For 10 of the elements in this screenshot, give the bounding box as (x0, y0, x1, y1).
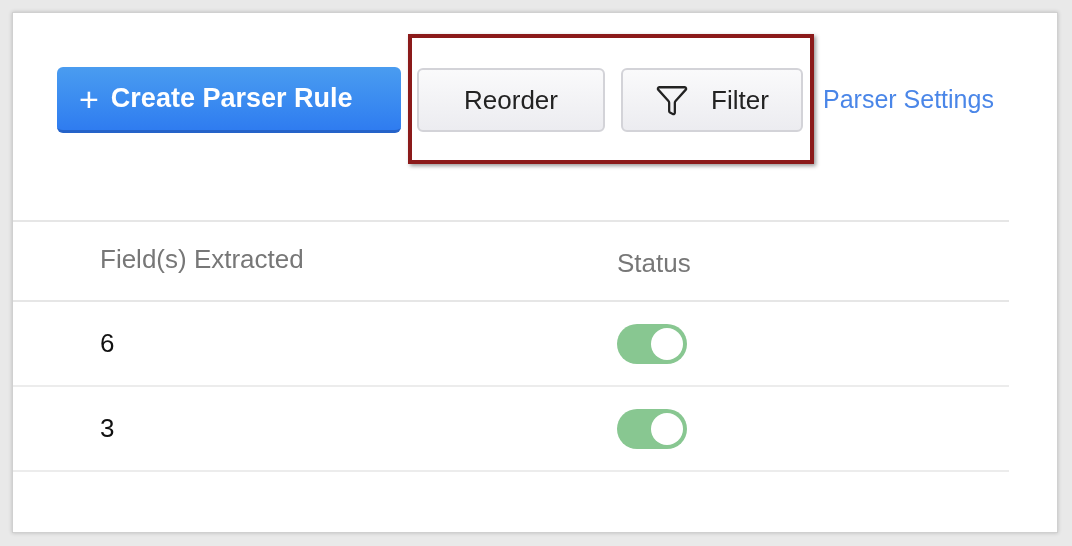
parser-settings-link[interactable]: Parser Settings (823, 81, 994, 119)
status-toggle[interactable] (617, 323, 687, 364)
table-cell-text: 6 (100, 327, 116, 360)
column-header: Status (617, 246, 691, 280)
status-toggle[interactable] (617, 408, 687, 449)
column-header: Field(s) Extracted (100, 242, 305, 276)
filter-button[interactable]: Filter (621, 68, 803, 132)
reorder-button[interactable]: Reorder (417, 68, 605, 132)
filter-icon (655, 83, 690, 117)
table-cell-text: 3 (100, 412, 116, 445)
